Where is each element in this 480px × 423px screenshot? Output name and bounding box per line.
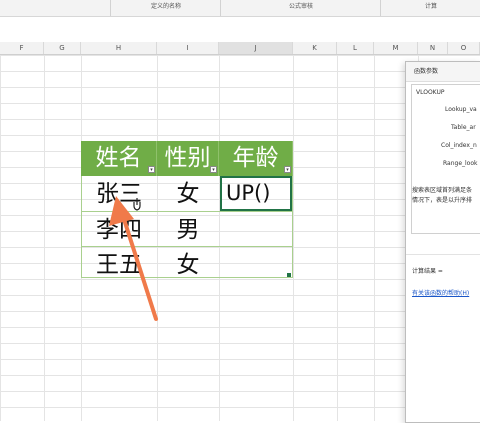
function-description: 搜索表区域首列满足条 情况下，表是以升序排	[412, 186, 480, 206]
description-line-1: 搜索表区域首列满足条	[412, 187, 473, 194]
function-help-link[interactable]: 有关该函数的帮助(H)	[412, 288, 469, 297]
dialog-divider	[406, 254, 480, 255]
param-label-col-index-num: Col_index_n	[441, 142, 477, 149]
param-label-lookup-value: Lookup_va	[445, 106, 477, 113]
function-name: VLOOKUP	[416, 89, 445, 96]
param-label-table-array: Table_ar	[451, 124, 476, 131]
param-label-range-lookup: Range_look	[443, 160, 478, 167]
calculation-result-label: 计算结果 =	[412, 268, 443, 275]
description-line-2: 情况下，表是以升序排	[412, 197, 473, 204]
mouse-cursor-icon	[133, 198, 141, 211]
dialog-title: 函数参数	[406, 62, 480, 82]
function-arguments-dialog[interactable]: 函数参数 VLOOKUP Lookup_va Table_ar Col_inde…	[405, 61, 480, 423]
